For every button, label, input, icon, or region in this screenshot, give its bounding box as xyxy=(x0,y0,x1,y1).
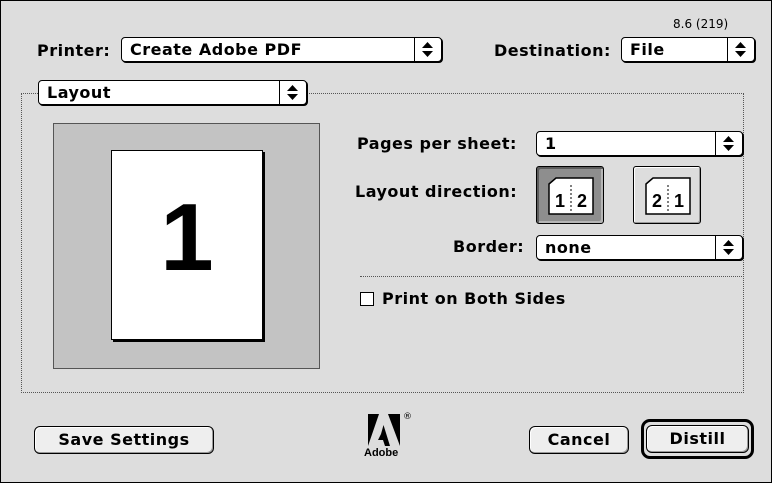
printer-popup-value: Create Adobe PDF xyxy=(130,40,302,59)
preview-page-number: 1 xyxy=(160,184,214,291)
adobe-logo-reg: ® xyxy=(403,412,412,422)
printer-popup[interactable]: Create Adobe PDF xyxy=(121,37,442,62)
layout-preview: 1 xyxy=(53,123,320,369)
preview-page: 1 xyxy=(111,150,263,340)
pages-per-sheet-value: 1 xyxy=(545,134,557,153)
popup-arrows-icon xyxy=(279,81,306,104)
printer-label: Printer: xyxy=(37,41,111,60)
print-dialog: 8.6 (219) Printer: Create Adobe PDF Dest… xyxy=(0,0,772,483)
border-popup-value: none xyxy=(545,238,592,257)
digit-right: 2 xyxy=(577,191,587,211)
panel-popup[interactable]: Layout xyxy=(38,80,307,105)
digit-left: 1 xyxy=(555,191,565,211)
print-both-sides-label[interactable]: Print on Both Sides xyxy=(382,289,566,308)
border-label: Border: xyxy=(453,237,525,256)
version-label: 8.6 (219) xyxy=(673,17,729,31)
popup-arrows-icon xyxy=(715,132,742,155)
destination-popup[interactable]: File xyxy=(621,37,755,62)
popup-arrows-icon xyxy=(715,236,742,259)
digit-right: 1 xyxy=(674,191,684,211)
pages-per-sheet-popup[interactable]: 1 xyxy=(536,131,743,156)
destination-popup-value: File xyxy=(630,40,665,59)
popup-arrows-icon xyxy=(414,38,441,61)
section-divider xyxy=(360,276,742,277)
pages-12-icon: 1 2 xyxy=(548,177,594,215)
popup-arrows-icon xyxy=(727,38,754,61)
panel-popup-value: Layout xyxy=(47,83,111,102)
border-popup[interactable]: none xyxy=(536,235,743,260)
adobe-logo: ® Adobe xyxy=(364,412,412,464)
adobe-logo-icon xyxy=(368,414,400,446)
pages-per-sheet-label: Pages per sheet: xyxy=(357,134,517,153)
digit-left: 2 xyxy=(652,191,662,211)
layout-direction-right-to-left-button[interactable]: 2 1 xyxy=(633,166,701,224)
layout-direction-label: Layout direction: xyxy=(355,182,518,201)
print-both-sides-checkbox[interactable] xyxy=(360,292,374,306)
cancel-button[interactable]: Cancel xyxy=(529,426,629,454)
adobe-logo-text: Adobe xyxy=(364,447,399,459)
save-settings-button[interactable]: Save Settings xyxy=(34,426,214,454)
layout-direction-left-to-right-button[interactable]: 1 2 xyxy=(536,166,604,224)
pages-21-icon: 2 1 xyxy=(645,177,691,215)
destination-label: Destination: xyxy=(494,41,611,60)
distill-button[interactable]: Distill xyxy=(646,425,749,453)
